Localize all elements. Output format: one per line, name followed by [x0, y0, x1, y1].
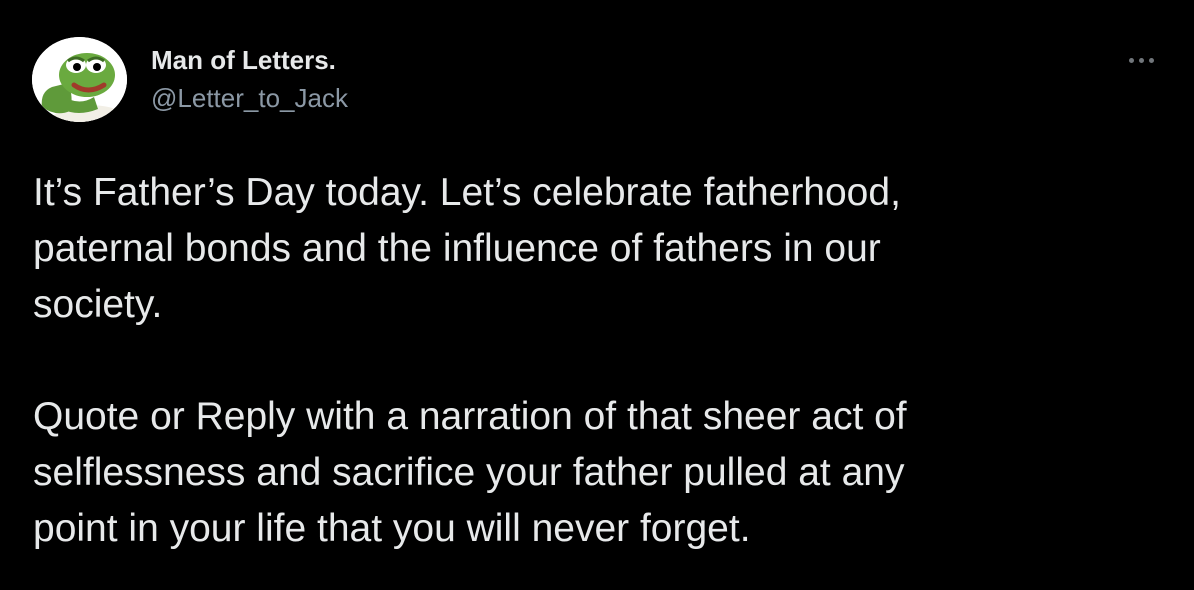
tweet-text: It’s Father’s Day today. Let’s celebrate… — [33, 165, 1153, 557]
author-display-name[interactable]: Man of Letters. — [151, 44, 336, 76]
pepe-frog-avatar-icon — [32, 37, 127, 122]
tweet-paragraph: It’s Father’s Day today. Let’s celebrate… — [33, 171, 901, 326]
more-dots-icon — [1148, 57, 1154, 63]
more-options-button[interactable] — [1118, 45, 1164, 75]
author-avatar[interactable] — [32, 37, 127, 122]
tweet-card[interactable]: Man of Letters. @Letter_to_Jack It’s Fat… — [0, 0, 1194, 590]
more-dots-icon — [1138, 57, 1144, 63]
tweet-paragraph: Quote or Reply with a narration of that … — [33, 395, 907, 550]
author-handle[interactable]: @Letter_to_Jack — [151, 82, 348, 114]
more-dots-icon — [1128, 57, 1134, 63]
